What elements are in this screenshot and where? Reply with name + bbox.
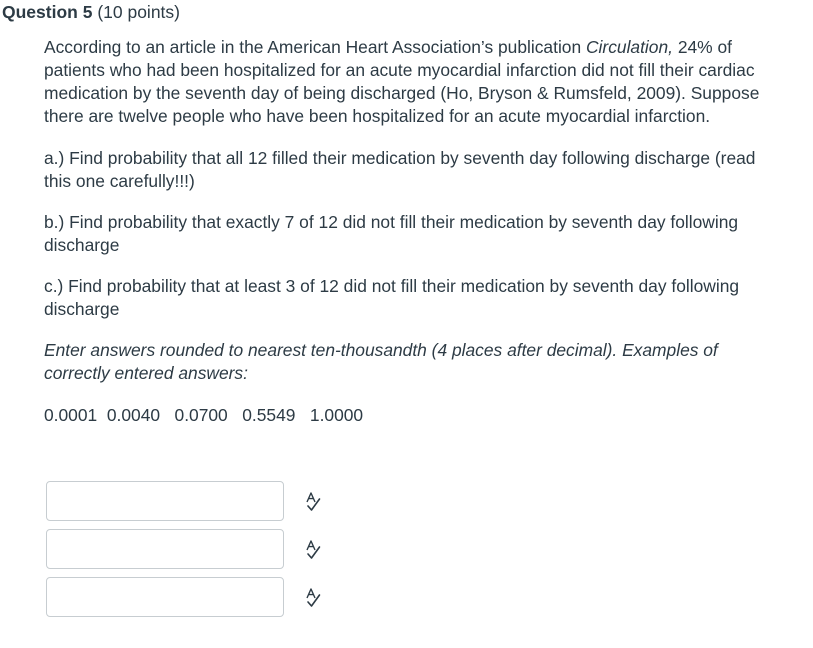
spell-check-icon[interactable]: [304, 588, 322, 608]
question-name: Question 5: [2, 2, 93, 22]
part-c-text: c.) Find probability that at least 3 of …: [44, 276, 740, 319]
intro-text-start: According to an article in the American …: [44, 37, 586, 57]
spell-check-icon[interactable]: [304, 492, 322, 512]
answer-examples: 0.0001 0.0040 0.0700 0.5549 1.0000: [44, 405, 364, 425]
question-header: Question 5 (10 points): [0, 0, 813, 28]
part-a-text: a.) Find probability that all 12 filled …: [44, 148, 756, 191]
question-intro: According to an article in the American …: [44, 36, 784, 128]
spell-check-icon[interactable]: [304, 540, 322, 560]
question-body: According to an article in the American …: [44, 36, 784, 427]
question-points: (10 points): [97, 2, 180, 22]
answer-input-c[interactable]: [46, 577, 284, 617]
answer-input-a[interactable]: [46, 481, 284, 521]
answer-instructions: Enter answers rounded to nearest ten-tho…: [44, 340, 718, 383]
part-b-text: b.) Find probability that exactly 7 of 1…: [44, 212, 739, 255]
answer-input-b[interactable]: [46, 529, 284, 569]
question-title: Question 5 (10 points): [2, 1, 180, 23]
journal-name: Circulation,: [585, 37, 673, 57]
